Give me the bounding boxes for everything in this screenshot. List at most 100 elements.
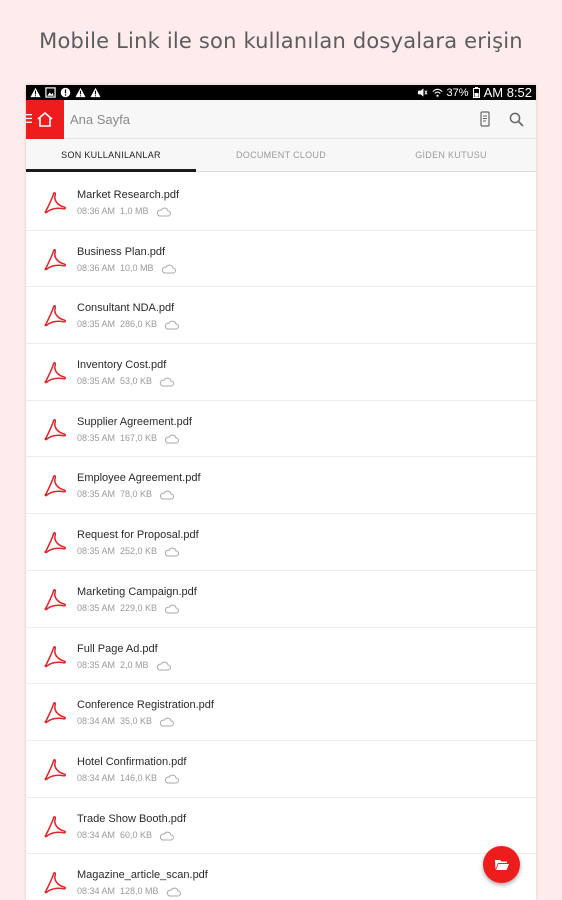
file-time: 08:35 AM xyxy=(77,432,116,443)
file-meta: 08:34 AM 35,0 KB xyxy=(77,715,175,727)
file-size: 128,0 MB xyxy=(120,886,159,897)
cloud-icon xyxy=(164,434,180,444)
cloud-icon xyxy=(156,207,171,217)
recent-files-list: Market Research.pdf 08:36 AM 1,0 MB Busi… xyxy=(26,174,536,900)
page-title: Ana Sayfa xyxy=(70,111,130,127)
file-list-item[interactable]: Conference Registration.pdf 08:34 AM 35,… xyxy=(26,684,536,741)
tab-document-cloud[interactable]: DOCUMENT CLOUD xyxy=(196,139,366,171)
cloud-icon xyxy=(161,264,176,274)
file-size: 10,0 MB xyxy=(120,262,154,273)
file-time: 08:34 AM xyxy=(77,716,116,727)
file-list-item[interactable]: Request for Proposal.pdf 08:35 AM 252,0 … xyxy=(26,514,536,571)
file-list-item[interactable]: Market Research.pdf 08:36 AM 1,0 MB xyxy=(26,174,536,231)
file-time: 08:35 AM xyxy=(77,376,116,387)
menu-icon[interactable] xyxy=(26,113,32,123)
file-size: 2,0 MB xyxy=(120,659,149,670)
pdf-icon xyxy=(44,645,66,667)
file-time: 08:35 AM xyxy=(77,602,116,613)
pdf-icon xyxy=(44,418,66,441)
file-time: 08:35 AM xyxy=(77,659,116,670)
status-notifications xyxy=(30,87,101,98)
file-name: Conference Registration.pdf xyxy=(77,699,214,712)
file-time: 08:35 AM xyxy=(77,546,116,557)
pdf-icon xyxy=(44,475,66,497)
cloud-icon xyxy=(159,831,175,841)
mute-icon xyxy=(417,88,428,97)
status-system: 37% AM 8:52 xyxy=(417,85,532,100)
cloud-icon xyxy=(164,547,180,557)
file-time: 08:36 AM xyxy=(77,262,116,273)
file-list-item[interactable]: Full Page Ad.pdf 08:35 AM 2,0 MB xyxy=(26,628,536,685)
file-name: Trade Show Booth.pdf xyxy=(77,812,187,825)
file-list-item[interactable]: Hotel Confirmation.pdf 08:34 AM 146,0 KB xyxy=(26,741,536,798)
file-meta: 08:35 AM 229,0 KB xyxy=(77,602,180,614)
home-icon xyxy=(37,111,53,127)
file-size: 146,0 KB xyxy=(120,772,158,783)
cloud-icon xyxy=(159,377,175,387)
pdf-icon xyxy=(44,192,66,214)
warning-icon xyxy=(90,87,101,98)
open-file-fab[interactable] xyxy=(483,846,520,883)
file-name: Marketing Campaign.pdf xyxy=(77,585,197,598)
warning-icon xyxy=(30,87,41,98)
cloud-icon xyxy=(156,661,171,670)
file-time: 08:35 AM xyxy=(77,319,116,330)
file-meta: 08:35 AM 2,0 MB xyxy=(77,659,171,671)
file-size: 1,0 MB xyxy=(120,206,149,216)
file-name: Market Research.pdf xyxy=(77,189,180,201)
file-name: Employee Agreement.pdf xyxy=(77,472,201,485)
file-size: 60,0 KB xyxy=(120,829,153,840)
warning-icon xyxy=(75,87,86,98)
pdf-icon xyxy=(44,758,66,781)
clock: AM 8:52 xyxy=(483,85,532,100)
file-name: Hotel Confirmation.pdf xyxy=(77,755,187,768)
tab-bar: SON KULLANILANLAR DOCUMENT CLOUD GİDEN K… xyxy=(26,139,536,172)
file-size: 35,0 KB xyxy=(120,716,153,727)
search-icon xyxy=(509,112,524,127)
cloud-icon xyxy=(159,491,175,500)
file-meta: 08:35 AM 78,0 KB xyxy=(77,488,175,500)
file-time: 08:34 AM xyxy=(77,772,116,783)
file-list-item[interactable]: Supplier Agreement.pdf 08:35 AM 167,0 KB xyxy=(26,401,536,458)
app-bar-actions xyxy=(479,111,524,127)
tab-recent[interactable]: SON KULLANILANLAR xyxy=(26,139,196,172)
battery-percent: 37% xyxy=(446,86,469,99)
file-size: 252,0 KB xyxy=(120,546,158,557)
file-name: Supplier Agreement.pdf xyxy=(77,415,192,428)
device-files-button[interactable] xyxy=(479,111,491,127)
file-name: Inventory Cost.pdf xyxy=(77,359,167,372)
file-list-item[interactable]: Trade Show Booth.pdf 08:34 AM 60,0 KB xyxy=(26,798,536,855)
battery-icon xyxy=(472,87,480,98)
file-list-item[interactable]: Marketing Campaign.pdf 08:35 AM 229,0 KB xyxy=(26,571,536,628)
file-size: 229,0 KB xyxy=(120,602,158,613)
file-list-item[interactable]: Magazine_article_scan.pdf 08:34 AM 128,0… xyxy=(26,854,536,900)
pdf-icon xyxy=(44,815,66,837)
file-meta: 08:36 AM 10,0 MB xyxy=(77,262,176,274)
alert-icon xyxy=(60,87,71,98)
file-time: 08:34 AM xyxy=(77,829,116,840)
app-bar: Ana Sayfa xyxy=(26,99,536,139)
status-bar: 37% AM 8:52 xyxy=(26,85,536,100)
search-button[interactable] xyxy=(509,112,524,127)
promo-headline: Mobile Link ile son kullanılan dosyalara… xyxy=(39,29,523,53)
cloud-icon xyxy=(166,887,181,897)
file-list-item[interactable]: Business Plan.pdf 08:36 AM 10,0 MB xyxy=(26,231,536,288)
file-list-item[interactable]: Inventory Cost.pdf 08:35 AM 53,0 KB xyxy=(26,344,536,401)
file-name: Business Plan.pdf xyxy=(77,245,166,258)
file-name: Magazine_article_scan.pdf xyxy=(77,869,208,882)
file-time: 08:34 AM xyxy=(77,886,116,897)
cloud-icon xyxy=(164,321,180,330)
file-list-item[interactable]: Employee Agreement.pdf 08:35 AM 78,0 KB xyxy=(26,457,536,515)
pdf-icon xyxy=(44,702,66,724)
pdf-icon xyxy=(44,588,66,611)
file-meta: 08:35 AM 167,0 KB xyxy=(77,432,180,444)
file-size: 53,0 KB xyxy=(120,376,153,387)
file-meta: 08:34 AM 128,0 MB xyxy=(77,885,181,897)
file-list-item[interactable]: Consultant NDA.pdf 08:35 AM 286,0 KB xyxy=(26,287,536,345)
file-name: Consultant NDA.pdf xyxy=(77,302,175,315)
cloud-icon xyxy=(159,717,175,727)
home-button[interactable] xyxy=(26,99,64,139)
file-size: 286,0 KB xyxy=(120,319,158,330)
tab-outbox[interactable]: GİDEN KUTUSU xyxy=(366,139,536,171)
cloud-icon xyxy=(164,774,180,784)
